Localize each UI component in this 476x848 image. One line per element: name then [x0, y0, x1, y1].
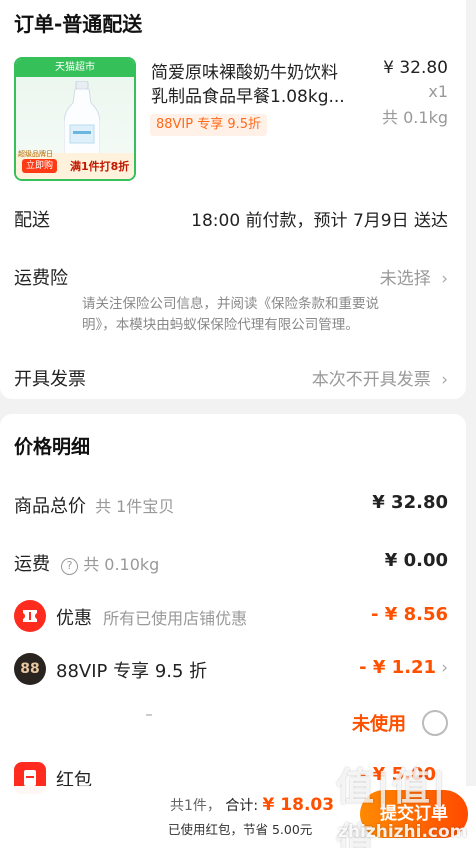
- shipping-row: 运费 ? 共 0.10kg: [14, 550, 159, 576]
- goods-total-row: 商品总价 共 1件宝贝: [14, 492, 174, 518]
- price-detail-title: 价格明细: [14, 436, 91, 458]
- goods-total-value: ¥ 32.80: [372, 492, 448, 513]
- shipping-value: ¥ 0.00: [384, 550, 448, 571]
- thumb-discount: 满1件打8折: [70, 160, 130, 173]
- insurance-value: 未选择: [379, 269, 431, 289]
- thumb-badge: 立即购: [22, 159, 58, 173]
- chevron-right-icon: ›: [441, 658, 448, 678]
- product-image[interactable]: 天猫超市 超级品牌日 立即购 满1件打8折: [14, 57, 136, 181]
- item-count: 共1件，: [170, 798, 221, 814]
- total-value: ¥ 18.03: [262, 795, 335, 815]
- insurance-note-line1: 请关注保险公司信息，并阅读《保险条款和重要说: [82, 296, 379, 312]
- vip-value-row[interactable]: - ¥ 1.21 ›: [359, 657, 448, 678]
- goods-total-label: 商品总价: [14, 496, 86, 517]
- order-section-title: 订单-普通配送: [14, 12, 143, 36]
- delivery-label: 配送: [14, 210, 50, 231]
- shipping-sub: 共 0.10kg: [83, 555, 160, 574]
- goods-total-sub: 共 1件宝贝: [95, 497, 175, 516]
- total-row: 共1件， 合计: ¥ 18.03: [170, 795, 334, 815]
- chevron-right-icon: ›: [435, 370, 448, 390]
- insurance-selector[interactable]: 未选择 ›: [380, 264, 448, 289]
- shipping-label: 运费: [14, 554, 50, 575]
- help-icon[interactable]: ?: [61, 558, 79, 575]
- thumb-header: 天猫超市: [16, 59, 134, 77]
- invoice-label: 开具发票: [14, 369, 86, 390]
- product-weight: 共 0.1kg: [382, 108, 448, 127]
- savings-note: 已使用红包，节省 5.00元: [168, 822, 313, 837]
- blurred-divider: [146, 714, 152, 716]
- chevron-right-icon: ›: [435, 269, 448, 289]
- unused-value: 未使用: [352, 714, 406, 735]
- discount-row: 优惠 所有已使用店铺优惠: [56, 604, 247, 630]
- total-label: 合计:: [225, 798, 259, 814]
- discount-label: 优惠: [56, 608, 92, 629]
- vip-label: 88VIP 专享 9.5 折: [56, 661, 208, 682]
- coupon-icon: [14, 600, 46, 632]
- vip-value: - ¥ 1.21: [359, 657, 437, 678]
- product-name-line2[interactable]: 乳制品食品早餐1.08kg...: [151, 82, 345, 107]
- vip-discount-tag: 88VIP 专享 9.5折: [150, 114, 268, 136]
- discount-sub: 所有已使用店铺优惠: [103, 609, 248, 628]
- thumb-subbadge: 超级品牌日: [18, 150, 53, 158]
- unused-radio[interactable]: [422, 710, 448, 736]
- invoice-value: 本次不开具发票: [311, 370, 431, 390]
- insurance-note-line2: 明》，本模块由蚂蚁保保险代理有限公司管理。: [82, 317, 359, 333]
- discount-value: - ¥ 8.56: [371, 604, 448, 625]
- product-price: ¥ 32.80: [383, 58, 448, 78]
- invoice-selector[interactable]: 本次不开具发票 ›: [312, 365, 448, 390]
- insurance-label: 运费险: [14, 268, 68, 289]
- watermark-site: zhizhizhi.com: [338, 822, 468, 842]
- product-name-line1[interactable]: 简爱原味裸酸奶牛奶饮料: [151, 58, 338, 83]
- product-quantity: x1: [428, 82, 448, 101]
- order-card: 订单-普通配送 天猫超市 超级品牌日 立即购 满1件打8折 简爱原味裸酸奶牛奶饮…: [0, 0, 466, 399]
- vip-88-icon: 88: [14, 653, 46, 685]
- delivery-value: 18:00 前付款，预计 7月9日 送达: [191, 211, 448, 231]
